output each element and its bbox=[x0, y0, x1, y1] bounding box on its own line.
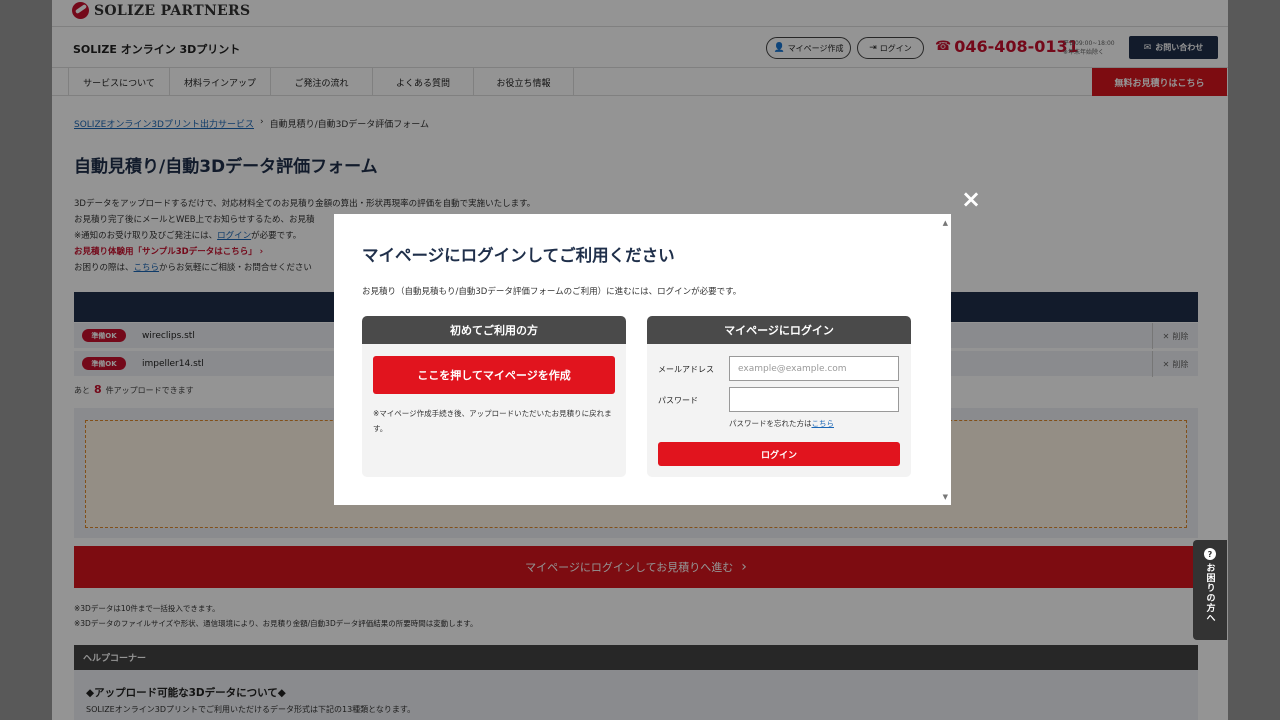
login-modal: ▲ ▼ マイページにログインしてご利用ください お見積り（自動見積もり/自動3D… bbox=[334, 214, 951, 505]
email-field[interactable] bbox=[729, 356, 899, 381]
modal-description: お見積り（自動見積もり/自動3Dデータ評価フォームのご利用）に進むには、ログイン… bbox=[362, 287, 742, 297]
new-user-card: 初めてご利用の方 ここを押してマイページを作成 ※マイページ作成手続き後、アップ… bbox=[362, 316, 626, 477]
login-card-header: マイページにログイン bbox=[647, 316, 911, 344]
password-field[interactable] bbox=[729, 387, 899, 412]
create-mypage-button[interactable]: ここを押してマイページを作成 bbox=[373, 356, 615, 394]
new-user-card-header: 初めてご利用の方 bbox=[362, 316, 626, 344]
help-side-tab-label: お困りの方へ bbox=[1204, 563, 1215, 623]
modal-title: マイページにログインしてご利用ください bbox=[362, 246, 675, 265]
create-mypage-note: ※マイページ作成手続き後、アップロードいただいたお見積りに戻れます。 bbox=[373, 409, 612, 433]
scroll-down-icon[interactable]: ▼ bbox=[943, 493, 948, 501]
email-label: メールアドレス bbox=[658, 365, 714, 374]
question-icon: ? bbox=[1204, 548, 1216, 560]
login-card: マイページにログイン メールアドレス パスワード パスワードを忘れた方はこちら … bbox=[647, 316, 911, 477]
forgot-password-link[interactable]: こちら bbox=[812, 419, 835, 428]
modal-close-button[interactable]: × bbox=[958, 186, 984, 212]
scroll-up-icon[interactable]: ▲ bbox=[943, 219, 948, 227]
password-label: パスワード bbox=[658, 396, 698, 405]
login-submit-button[interactable]: ログイン bbox=[658, 442, 900, 466]
forgot-password: パスワードを忘れた方はこちら bbox=[729, 418, 834, 429]
forgot-password-text: パスワードを忘れた方は bbox=[729, 419, 812, 428]
help-side-tab[interactable]: ? お困りの方へ bbox=[1193, 540, 1227, 640]
